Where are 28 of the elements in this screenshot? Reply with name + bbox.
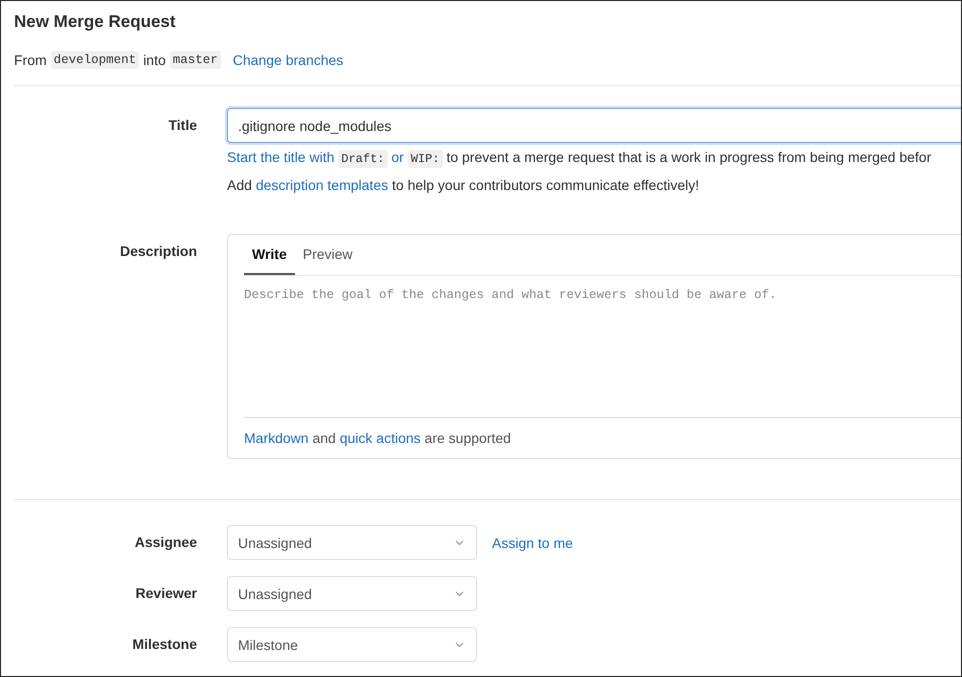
markdown-link[interactable]: Markdown (244, 430, 309, 446)
target-branch: master (170, 51, 221, 69)
chevron-down-icon (455, 590, 464, 596)
source-branch: development (50, 51, 140, 69)
description-label: Description (118, 242, 197, 261)
markdown-note: Markdown and quick actions are supported (244, 429, 512, 448)
description-templates-link[interactable]: description templates (256, 177, 388, 193)
dropdown[interactable]: Unassigned (227, 576, 477, 611)
assign-to-me-link[interactable]: Assign to me (492, 534, 573, 550)
branch-label: From (14, 52, 47, 68)
branch-label: into (143, 52, 166, 68)
template-hint: Add description templates to help your contributors communicate effectively! (227, 176, 700, 194)
chevron-down-icon (455, 642, 464, 648)
description-field[interactable]: Write Preview Describe the goal of the changes and what reviewers should be aware of. Markdown and quick actions are supported (227, 234, 961, 459)
draft-hint: Start the title with Draft: or WIP: to prevent a merge request that is a work in progress from being merged befor (227, 148, 932, 168)
quick-actions-link[interactable]: quick actions (340, 430, 421, 446)
field-label: Reviewer (134, 584, 197, 603)
chevron-down-icon (455, 540, 464, 546)
page-title: New Merge Request (14, 11, 176, 33)
editor-tab[interactable]: Preview (294, 235, 361, 275)
field-label: Assignee (134, 533, 197, 552)
field-label: Milestone (131, 635, 197, 654)
change-branches-link[interactable]: Change branches (232, 52, 344, 68)
title-input[interactable]: .gitignore node_modules (227, 108, 961, 143)
dropdown[interactable]: Milestone (227, 627, 477, 662)
dropdown[interactable]: Unassigned (227, 525, 477, 560)
title-label: Title (167, 116, 197, 135)
draft-hint-link[interactable]: Start the title with Draft: or WIP: (227, 149, 446, 165)
